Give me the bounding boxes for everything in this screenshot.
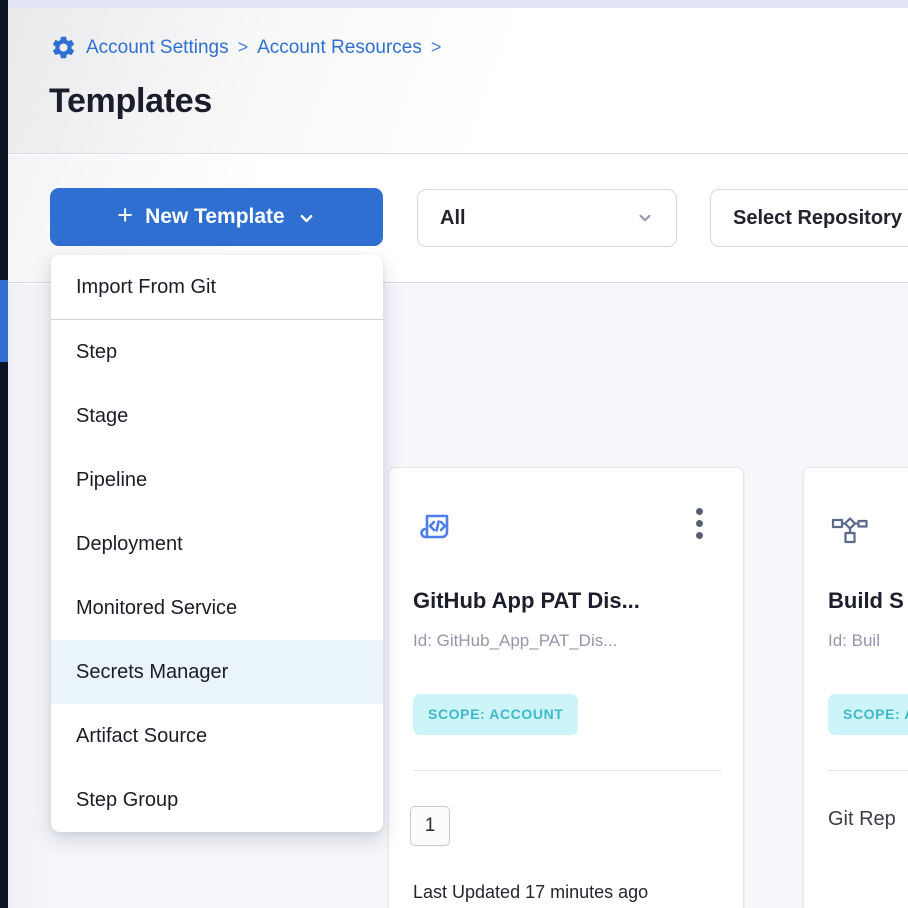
stage-icon: [831, 514, 869, 553]
menu-item-step[interactable]: Step: [51, 320, 383, 384]
scope-badge: SCOPE: ACCOUNT: [828, 694, 908, 735]
menu-item-step-group[interactable]: Step Group: [51, 768, 383, 832]
chevron-down-icon: [636, 209, 654, 227]
breadcrumb-link-account-settings[interactable]: Account Settings: [86, 37, 229, 59]
new-template-menu: Import From Git Step Stage Pipeline Depl…: [51, 255, 383, 832]
breadcrumb: Account Settings > Account Resources >: [50, 34, 441, 61]
breadcrumb-link-account-resources[interactable]: Account Resources: [257, 37, 422, 59]
new-template-button[interactable]: + New Template: [50, 188, 383, 246]
template-card-build-stage[interactable]: Build S Id: Buil SCOPE: ACCOUNT Git Rep: [803, 467, 908, 908]
breadcrumb-separator: >: [431, 37, 442, 58]
menu-item-pipeline[interactable]: Pipeline: [51, 448, 383, 512]
card-divider: [413, 770, 721, 771]
menu-item-stage[interactable]: Stage: [51, 384, 383, 448]
nav-active-indicator: [0, 280, 8, 362]
gear-icon: [50, 34, 77, 61]
chevron-down-icon: [297, 209, 316, 228]
menu-item-import-from-git[interactable]: Import From Git: [51, 255, 383, 320]
repository-filter-select[interactable]: Select Repository: [710, 189, 908, 247]
left-nav-stripe: [0, 0, 8, 908]
code-template-icon: [416, 508, 456, 553]
version-chip: 1: [410, 806, 450, 846]
template-type-filter-select[interactable]: All: [417, 189, 677, 247]
git-repo-label: Git Rep: [828, 808, 896, 831]
repository-filter-value: Select Repository: [733, 207, 902, 230]
plus-icon: +: [117, 202, 133, 229]
template-card-github-app-pat[interactable]: GitHub App PAT Dis... Id: GitHub_App_PAT…: [388, 467, 744, 908]
menu-item-secrets-manager[interactable]: Secrets Manager: [51, 640, 383, 704]
card-options-menu-icon[interactable]: [694, 506, 705, 541]
card-id: Id: GitHub_App_PAT_Dis...: [413, 631, 617, 651]
page-title: Templates: [49, 82, 212, 121]
page-header: Account Settings > Account Resources > T…: [8, 8, 908, 154]
new-template-button-label: New Template: [145, 205, 285, 229]
breadcrumb-separator: >: [238, 37, 249, 58]
last-updated-label: Last Updated 17 minutes ago: [413, 882, 648, 903]
menu-item-monitored-service[interactable]: Monitored Service: [51, 576, 383, 640]
menu-item-artifact-source[interactable]: Artifact Source: [51, 704, 383, 768]
scope-badge: SCOPE: ACCOUNT: [413, 694, 578, 735]
card-divider: [828, 770, 908, 771]
card-title: Build S: [828, 588, 904, 614]
card-title: GitHub App PAT Dis...: [413, 588, 640, 614]
top-accent-bar: [8, 0, 908, 8]
card-id: Id: Buil: [828, 631, 880, 651]
menu-item-deployment[interactable]: Deployment: [51, 512, 383, 576]
template-type-filter-value: All: [440, 207, 466, 230]
